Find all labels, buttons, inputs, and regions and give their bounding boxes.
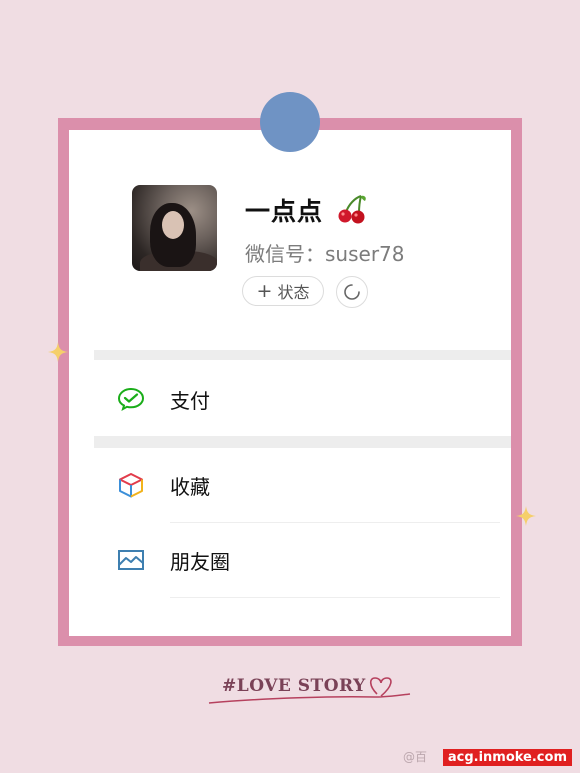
- love-story-tagline: #LOVE STORY: [222, 676, 366, 696]
- menu-item-pay-label: 支付: [170, 388, 210, 413]
- row-divider: [170, 597, 500, 598]
- blue-pin-dot: [260, 92, 320, 152]
- menu-item-moments-label: 朋友圈: [170, 549, 230, 574]
- refresh-icon: [344, 284, 360, 300]
- wechat-profile-card: 一点点 微信号：suser78 + 状态 支付 收藏 朋友圈: [69, 130, 511, 636]
- pay-icon: [117, 387, 145, 412]
- status-button-label: 状态: [277, 283, 310, 302]
- cherry-icon: [338, 195, 366, 224]
- menu-item-moments[interactable]: 朋友圈: [94, 523, 511, 597]
- sparkle-icon: [48, 342, 68, 362]
- profile-name: 一点点: [245, 197, 324, 226]
- menu-item-pay[interactable]: 支付: [94, 362, 511, 436]
- watermark-faint: @百: [403, 750, 428, 764]
- status-history-button[interactable]: [336, 276, 368, 308]
- moments-image-icon: [118, 550, 144, 570]
- watermark-site: acg.inmoke.com: [442, 749, 572, 766]
- section-separator: [94, 350, 511, 360]
- menu-item-favorites-label: 收藏: [170, 474, 210, 499]
- sparkle-icon: [516, 506, 536, 526]
- favorites-cube-icon: [119, 473, 143, 498]
- wechat-id: 微信号：suser78: [245, 242, 405, 266]
- avatar-face: [162, 211, 184, 239]
- section-separator: [94, 436, 511, 448]
- plus-icon: +: [256, 279, 273, 302]
- menu-item-favorites[interactable]: 收藏: [94, 448, 511, 522]
- add-status-button[interactable]: + 状态: [242, 276, 324, 306]
- avatar[interactable]: [132, 185, 217, 271]
